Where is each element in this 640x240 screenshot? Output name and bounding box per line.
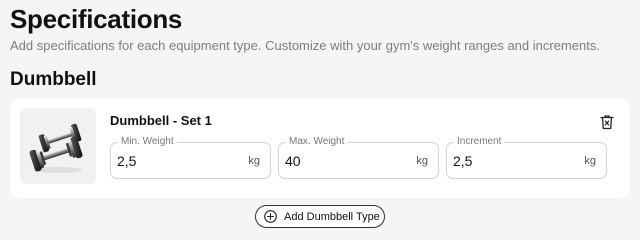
trash-icon	[600, 115, 614, 130]
increment-unit: kg	[584, 155, 596, 167]
increment-field[interactable]: Increment kg	[446, 135, 607, 179]
max-weight-label: Max. Weight	[286, 135, 348, 149]
plus-circle-icon	[264, 210, 277, 223]
max-weight-field[interactable]: Max. Weight kg	[278, 135, 439, 179]
max-weight-input[interactable]	[285, 152, 405, 170]
equipment-set-card: Dumbbell - Set 1 Min. Weight kg Max. Wei…	[10, 99, 630, 198]
set-title: Dumbbell - Set 1	[110, 113, 212, 128]
min-weight-field[interactable]: Min. Weight kg	[110, 135, 271, 179]
max-weight-unit: kg	[416, 155, 428, 167]
min-weight-input[interactable]	[117, 152, 237, 170]
delete-set-button[interactable]	[598, 113, 616, 131]
increment-label: Increment	[454, 135, 505, 149]
add-dumbbell-type-label: Add Dumbbell Type	[284, 210, 380, 223]
dumbbell-image	[20, 108, 96, 184]
section-title: Dumbbell	[10, 69, 97, 90]
min-weight-unit: kg	[248, 155, 260, 167]
add-dumbbell-type-button[interactable]: Add Dumbbell Type	[255, 205, 385, 228]
min-weight-label: Min. Weight	[118, 135, 177, 149]
page-title: Specifications	[10, 4, 183, 34]
page-subtitle: Add specifications for each equipment ty…	[10, 38, 600, 53]
dumbbell-icon	[29, 123, 83, 173]
increment-input[interactable]	[453, 152, 573, 170]
